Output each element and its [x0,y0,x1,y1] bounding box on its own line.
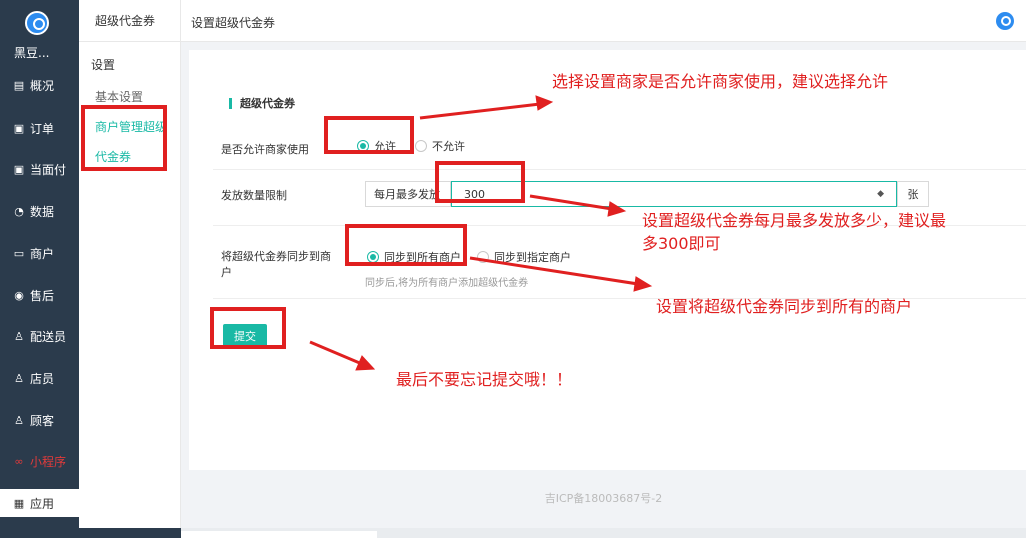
annotation-box-sidebar [81,105,167,171]
sync-specific-radio[interactable]: 同步到指定商户 [477,249,571,265]
radio-unchecked-icon [477,251,489,263]
annotation-box-sync [345,224,467,266]
icp-footer: 吉ICP备18003687号-2 [544,492,663,505]
clerk-icon: ♙ [14,371,24,385]
sub-sidebar-basic-settings[interactable]: 基本设置 [95,88,143,105]
limit-unit: 张 [897,181,929,207]
annotation-box-limit [435,161,525,203]
order-icon: ▣ [13,121,25,135]
sub-sidebar-header: 超级代金券 [79,0,180,42]
page-title: 设置超级代金券 [191,16,276,30]
data-icon: ◔ [14,204,24,218]
customer-icon: ♙ [14,413,24,427]
divider [213,169,1026,170]
allow-merchant-label: 是否允许商家使用 [221,143,309,156]
section-title: 超级代金券 [229,98,295,109]
annotation-note-allow: 选择设置商家是否允许商家使用，建议选择允许 [552,72,889,91]
after-sale-icon: ◉ [14,288,24,302]
main-content: 超级代金券 是否允许商家使用 允许 不允许 发放数量限制 每月最多发放 300 … [181,42,1026,538]
nav-item-orders[interactable]: ▣ 订单 [0,114,79,142]
nav-item-face-pay[interactable]: ▣ 当面付 [0,155,79,183]
user-avatar-icon[interactable] [996,12,1014,30]
stepper-icon[interactable]: ◆ [877,189,884,199]
annotation-box-submit [210,307,286,349]
sync-label: 将超级代金券同步到商户 [221,250,331,279]
main-sidebar: 黑豆... ▤ 概况 ▣ 订单 ▣ 当面付 ◔ 数据 ▭ 商户 ◉ 售后 ♙ 配送员 ♙ 店员 … [0,0,79,538]
annotation-note-sync: 设置将超级代金券同步到所有的商户 [656,297,913,316]
merchant-icon: ▭ [13,246,25,260]
nav-item-merchants[interactable]: ▭ 商户 [0,239,79,267]
nav-item-miniprogram[interactable]: ∞ 小程序 [0,447,79,475]
annotation-box-allow [324,116,414,154]
nav-item-after-sale[interactable]: ◉ 售后 [0,281,79,309]
nav-item-clerks[interactable]: ♙ 店员 [0,364,79,392]
annotation-note-submit: 最后不要忘记提交哦！！ [396,370,573,389]
dashboard-icon: ▤ [13,78,25,92]
apps-icon: ▦ [13,496,25,510]
brand-name: 黑豆... [14,46,50,60]
sub-sidebar: 超级代金券 设置 基本设置 商户管理超级 代金券 [79,0,181,538]
annotation-note-limit-2: 多300即可 [642,234,721,253]
nav-item-customers[interactable]: ♙ 顾客 [0,406,79,434]
nav-item-data[interactable]: ◔ 数据 [0,197,79,225]
settings-card: 超级代金券 是否允许商家使用 允许 不允许 发放数量限制 每月最多发放 300 … [189,50,1026,470]
radio-unchecked-icon [415,140,427,152]
bottom-strip [79,528,181,538]
sub-sidebar-group: 设置 [91,58,116,72]
top-bar: 设置超级代金券 [181,0,1026,42]
nav-item-apps[interactable]: ▦ 应用 [0,489,79,517]
app-logo-icon [25,11,49,35]
miniprogram-icon: ∞ [14,454,24,468]
disallow-radio[interactable]: 不允许 [415,138,465,154]
pay-icon: ▣ [13,162,25,176]
bottom-scroll [181,531,377,538]
limit-label: 发放数量限制 [221,189,287,202]
nav-item-overview[interactable]: ▤ 概况 [0,71,79,99]
courier-icon: ♙ [14,329,24,343]
nav-item-couriers[interactable]: ♙ 配送员 [0,322,79,350]
annotation-note-limit-1: 设置超级代金券每月最多发放多少，建议最 [642,211,947,230]
sync-hint: 同步后,将为所有商户添加超级代金券 [365,278,529,289]
